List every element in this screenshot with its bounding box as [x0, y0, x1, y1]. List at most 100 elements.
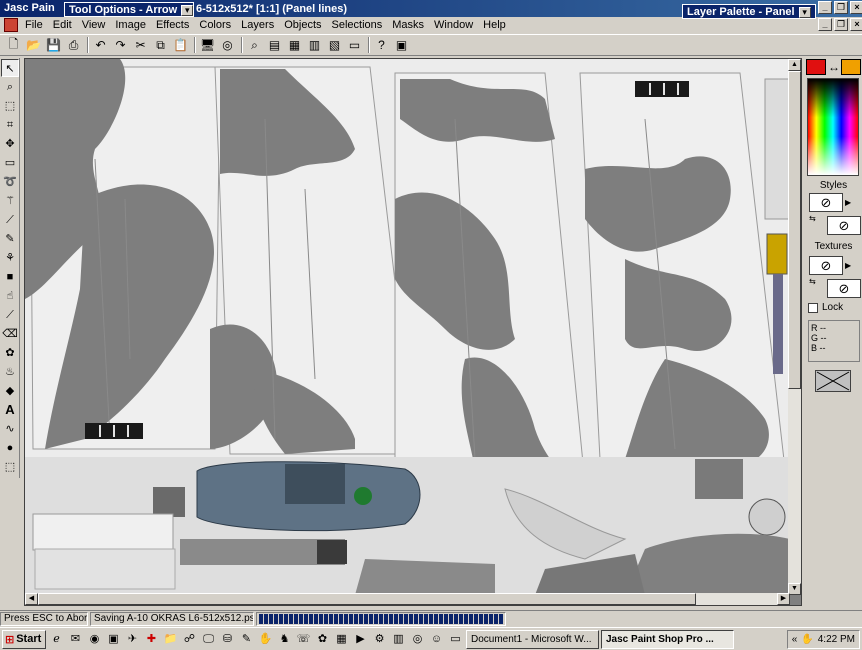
menu-view[interactable]: View — [77, 17, 111, 33]
media-icon[interactable]: ▶ — [352, 631, 369, 648]
target-icon[interactable]: ◎ — [409, 631, 426, 648]
outlook-icon[interactable]: ✉ — [67, 631, 84, 648]
desktop-icon[interactable]: ▣ — [105, 631, 122, 648]
menu-effects[interactable]: Effects — [151, 17, 194, 33]
foreground-texture-box[interactable]: ⊘ — [809, 256, 843, 275]
background-style-box[interactable]: ⊘ — [827, 216, 861, 235]
object-selector-icon[interactable]: ⬚ — [1, 458, 19, 476]
color-palette-toggle-icon[interactable]: ▦ — [285, 36, 304, 55]
new-file-icon[interactable]: 🗋 — [4, 36, 23, 55]
draw-tool-icon[interactable]: ∿ — [1, 420, 19, 438]
context-help-icon[interactable]: ? — [372, 36, 391, 55]
color-replacer-icon[interactable]: ■ — [1, 268, 19, 286]
scroll-left-arrow[interactable]: ◀ — [25, 593, 38, 605]
start-button[interactable]: ⊞ Start — [2, 629, 46, 649]
horizontal-scrollbar[interactable]: ◀ ▶ — [25, 593, 790, 605]
crop-tool-icon[interactable]: ⌗ — [1, 116, 19, 134]
copy-icon[interactable]: ⧉ — [151, 36, 170, 55]
swap-colors-icon[interactable]: ↔ — [827, 59, 841, 75]
horizontal-scroll-thumb[interactable] — [38, 593, 696, 605]
scratch-remover-icon[interactable]: ⟋ — [1, 306, 19, 324]
print-icon[interactable]: ⎙ — [64, 36, 83, 55]
app-icon[interactable] — [4, 18, 18, 32]
vertical-scrollbar[interactable]: ▲ ▼ — [788, 59, 801, 595]
preset-shapes-icon[interactable]: ● — [1, 439, 19, 457]
foreground-texture-arrow[interactable]: ▶ — [845, 261, 851, 270]
tray-hand-icon[interactable]: ✋ — [801, 634, 813, 645]
dropper-tool-icon[interactable]: ⟋ — [1, 211, 19, 229]
flood-fill-icon[interactable]: ◆ — [1, 382, 19, 400]
paint-icon[interactable]: ✎ — [238, 631, 255, 648]
phone-icon[interactable]: ☏ — [295, 631, 312, 648]
task-paint-shop-pro[interactable]: Jasc Paint Shop Pro ... — [601, 629, 734, 649]
app-quicklaunch-icon[interactable]: ◉ — [86, 631, 103, 648]
lock-checkbox[interactable] — [808, 302, 818, 313]
plane-icon[interactable]: ✈ — [124, 631, 141, 648]
menu-masks[interactable]: Masks — [387, 17, 429, 33]
zoom-tool-icon[interactable]: ⌕ — [1, 78, 19, 96]
text-tool-icon[interactable]: A — [1, 401, 19, 419]
clock[interactable]: 4:22 PM — [818, 634, 855, 645]
browse-icon[interactable]: ◎ — [218, 36, 237, 55]
save-icon[interactable]: 💾 — [44, 36, 63, 55]
user-icon[interactable]: ☺ — [428, 631, 445, 648]
cut-icon[interactable]: ✂ — [131, 36, 150, 55]
chart-icon[interactable]: ▥ — [390, 631, 407, 648]
palette-icon[interactable]: ✿ — [314, 631, 331, 648]
color-spectrum[interactable] — [807, 78, 859, 176]
folder-icon[interactable]: 📁 — [162, 631, 179, 648]
clone-brush-icon[interactable]: ⚘ — [1, 249, 19, 267]
foreground-color-swatch[interactable] — [806, 59, 826, 75]
layer-palette-toggle-icon[interactable]: ▧ — [325, 36, 344, 55]
menu-layers[interactable]: Layers — [236, 17, 279, 33]
vertical-scroll-thumb[interactable] — [788, 71, 801, 389]
menu-file[interactable]: File — [20, 17, 48, 33]
scroll-up-arrow[interactable]: ▲ — [788, 59, 801, 71]
lock-control[interactable]: Lock — [808, 302, 843, 313]
menu-edit[interactable]: Edit — [48, 17, 77, 33]
disk-icon[interactable]: ⛁ — [219, 631, 236, 648]
histogram-icon[interactable]: ▥ — [305, 36, 324, 55]
overview-icon[interactable]: ▭ — [345, 36, 364, 55]
calc-icon[interactable]: ▦ — [333, 631, 350, 648]
close-button[interactable]: × — [850, 1, 862, 14]
menu-colors[interactable]: Colors — [194, 17, 236, 33]
network-icon[interactable]: ☍ — [181, 631, 198, 648]
lasso-tool-icon[interactable]: ➰ — [1, 173, 19, 191]
menu-help[interactable]: Help — [478, 17, 511, 33]
menu-objects[interactable]: Objects — [279, 17, 326, 33]
open-folder-icon[interactable]: 📂 — [24, 36, 43, 55]
medical-icon[interactable]: ✚ — [143, 631, 160, 648]
paintbrush-icon[interactable]: ✎ — [1, 230, 19, 248]
deform-tool-icon[interactable]: ⬚ — [1, 97, 19, 115]
background-color-swatch[interactable] — [841, 59, 861, 75]
scroll-right-arrow[interactable]: ▶ — [777, 593, 790, 605]
arrow-tool-icon[interactable]: ↖ — [1, 59, 19, 77]
retouch-tool-icon[interactable]: ☝ — [1, 287, 19, 305]
swap-textures-icon[interactable]: ⇆ — [809, 277, 816, 286]
menu-selections[interactable]: Selections — [327, 17, 388, 33]
eraser-icon[interactable]: ⌫ — [1, 325, 19, 343]
task-word-document[interactable]: Document1 - Microsoft W... — [466, 629, 599, 649]
magic-wand-icon[interactable]: ⚚ — [1, 192, 19, 210]
menu-image[interactable]: Image — [110, 17, 151, 33]
image-canvas[interactable] — [25, 59, 790, 595]
transparent-color-box[interactable] — [815, 370, 851, 392]
tools-icon[interactable]: ⚙ — [371, 631, 388, 648]
menu-window[interactable]: Window — [429, 17, 478, 33]
internet-explorer-icon[interactable]: ℯ — [48, 631, 65, 648]
redo-icon[interactable]: ↷ — [111, 36, 130, 55]
airbrush-icon[interactable]: ♨ — [1, 363, 19, 381]
undo-icon[interactable]: ↶ — [91, 36, 110, 55]
scanner-icon[interactable]: 🖥 — [198, 36, 217, 55]
tool-options-toggle-icon[interactable]: ▤ — [265, 36, 284, 55]
picture-tube-icon[interactable]: ✿ — [1, 344, 19, 362]
monitor-icon[interactable]: 🖵 — [200, 631, 217, 648]
foreground-style-arrow[interactable]: ▶ — [845, 198, 851, 207]
tool-options-title-bar[interactable]: Tool Options - Arrow ▾ × — [64, 2, 194, 17]
layer-palette-close-button[interactable]: × — [814, 6, 815, 18]
animation-shop-icon[interactable]: ▣ — [392, 36, 411, 55]
zoom-icon[interactable]: ⌕ — [245, 36, 264, 55]
layer-palette-rollup-button[interactable]: ▾ — [798, 6, 811, 18]
game-icon[interactable]: ♞ — [276, 631, 293, 648]
